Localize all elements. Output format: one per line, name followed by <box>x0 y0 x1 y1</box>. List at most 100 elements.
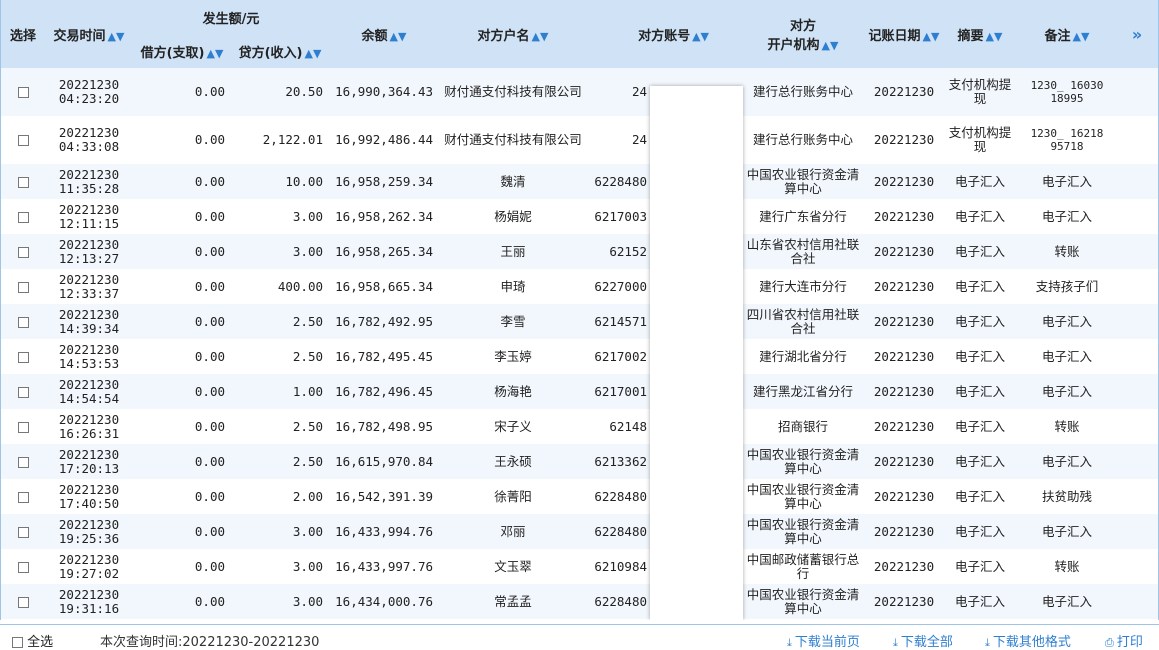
sort-icon[interactable]: ▲▼ <box>1073 30 1090 43</box>
header-debit[interactable]: 借方(支取) ▲▼ <box>133 34 231 68</box>
sort-icon[interactable]: ▲▼ <box>986 30 1003 43</box>
empty-cell <box>1115 374 1158 409</box>
trade-time-cell: 20221230 19:25:36 <box>45 514 133 549</box>
empty-cell <box>1115 339 1158 374</box>
balance-cell: 16,433,997.76 <box>335 558 433 574</box>
table-row[interactable]: 20221230 19:31:16 0.00 3.00 16,434,000.76 常孟孟… <box>1 584 1158 619</box>
table-row[interactable]: 20221230 14:53:53 0.00 2.50 16,782,495.45 李玉婷… <box>1 339 1158 374</box>
trade-time-cell: 20221230 14:39:34 <box>45 304 133 339</box>
sort-icon[interactable]: ▲▼ <box>108 30 125 43</box>
table-row[interactable]: 20221230 12:13:27 0.00 3.00 16,958,265.34 王丽 6… <box>1 234 1158 269</box>
row-checkbox[interactable] <box>17 351 29 363</box>
select-cell <box>1 116 45 164</box>
debit-cell: 0.00 <box>194 488 225 504</box>
trade-time-cell: 20221230 12:13:27 <box>45 234 133 269</box>
select-cell <box>1 479 45 514</box>
header-summary[interactable]: 摘要 ▲▼ <box>941 0 1019 68</box>
row-checkbox[interactable] <box>17 246 29 258</box>
row-checkbox[interactable] <box>17 87 29 98</box>
row-checkbox[interactable] <box>17 135 29 146</box>
select-all-checkbox[interactable]: 全选 <box>12 631 53 650</box>
trade-time: 16:26:31 <box>58 425 120 441</box>
select-cell <box>1 339 45 374</box>
download-current-page-link[interactable]: ⤓ 下载当前页 <box>787 631 860 650</box>
table-row[interactable]: 20221230 04:33:08 0.00 2,122.01 16,992,486.4… <box>1 116 1158 164</box>
header-remark[interactable]: 备注 ▲▼ <box>1019 0 1115 68</box>
more-columns-button[interactable]: » <box>1115 0 1158 68</box>
download-other-format-link[interactable]: ⤓ 下载其他格式 <box>985 631 1071 650</box>
select-cell <box>1 549 45 584</box>
debit-cell: 0.00 <box>133 374 231 409</box>
table-row[interactable]: 20221230 17:40:50 0.00 2.00 16,542,391.39 徐菁阳… <box>1 479 1158 514</box>
table-row[interactable]: 20221230 17:20:13 0.00 2.50 16,615,970.84 王永硕… <box>1 444 1158 479</box>
counterparty-name-cell: 李玉婷 <box>494 348 532 364</box>
table-row[interactable]: 20221230 16:26:31 0.00 2.50 16,782,498.95 宋子义… <box>1 409 1158 444</box>
remark-cell: 1230_ 16030 18995 <box>1019 68 1115 116</box>
trade-date: 20221230 <box>58 271 120 287</box>
row-checkbox[interactable] <box>17 281 29 293</box>
header-post-date[interactable]: 记账日期 ▲▼ <box>867 0 941 68</box>
select-cell <box>1 514 45 549</box>
trade-date: 20221230 <box>58 125 120 140</box>
header-balance[interactable]: 余额 ▲▼ <box>329 0 439 68</box>
sort-icon[interactable]: ▲▼ <box>532 30 549 43</box>
trade-time-cell: 20221230 04:33:08 <box>45 116 133 164</box>
empty-cell <box>1115 444 1158 479</box>
debit-cell: 0.00 <box>194 208 225 224</box>
checkbox-icon[interactable] <box>12 637 23 648</box>
counterparty-name-cell: 杨海艳 <box>439 374 587 409</box>
sort-icon[interactable]: ▲▼ <box>390 30 407 43</box>
transaction-table-container: 选择 交易时间 ▲▼ 发生额/元 余额 ▲▼ 对方户名 ▲▼ 对方账号 ▲▼ 对方 开户机… <box>0 0 1159 620</box>
table-row[interactable]: 20221230 19:27:02 0.00 3.00 16,433,997.76 文玉翠… <box>1 549 1158 584</box>
counterparty-name-cell: 王丽 <box>439 234 587 269</box>
table-row[interactable]: 20221230 12:11:15 0.00 3.00 16,958,262.34 杨娟妮… <box>1 199 1158 234</box>
row-checkbox[interactable] <box>17 316 29 328</box>
header-counterparty-account[interactable]: 对方账号 ▲▼ <box>587 0 739 68</box>
row-checkbox[interactable] <box>17 596 29 608</box>
table-row[interactable]: 20221230 04:23:20 0.00 20.50 16,990,364.43 财付… <box>1 68 1158 116</box>
select-cell <box>1 444 45 479</box>
table-row[interactable]: 20221230 14:39:34 0.00 2.50 16,782,492.95 李雪 6… <box>1 304 1158 339</box>
summary-cell: 电子汇入 <box>954 278 1005 294</box>
sort-icon[interactable]: ▲▼ <box>206 47 223 60</box>
sort-icon[interactable]: ▲▼ <box>692 30 709 43</box>
debit-cell: 0.00 <box>194 558 225 574</box>
trade-time: 19:31:16 <box>58 600 120 616</box>
table-row[interactable]: 20221230 11:35:28 0.00 10.00 16,958,259.34 魏清… <box>1 164 1158 199</box>
post-date-cell: 20221230 <box>873 488 935 504</box>
counterparty-bank-cell: 建行湖北省分行 <box>759 348 847 364</box>
summary-cell: 支付机构提现 <box>941 68 1019 116</box>
double-chevron-right-icon[interactable]: » <box>1132 25 1142 44</box>
balance-cell: 16,782,498.95 <box>335 418 433 434</box>
header-trade-time[interactable]: 交易时间 ▲▼ <box>45 0 133 68</box>
counterparty-name-cell: 财付通支付科技有限公司 <box>439 68 587 116</box>
sort-icon[interactable]: ▲▼ <box>304 47 321 60</box>
summary-cell: 电子汇入 <box>941 304 1019 339</box>
header-counterparty-bank[interactable]: 对方 开户机构 ▲▼ <box>739 0 867 68</box>
table-row[interactable]: 20221230 19:25:36 0.00 3.00 16,433,994.76 邓丽 6… <box>1 514 1158 549</box>
header-select: 选择 <box>1 0 45 68</box>
row-checkbox[interactable] <box>17 421 29 433</box>
row-checkbox[interactable] <box>17 386 29 398</box>
table-row[interactable]: 20221230 14:54:54 0.00 1.00 16,782,496.45 杨海艳… <box>1 374 1158 409</box>
header-counterparty-name[interactable]: 对方户名 ▲▼ <box>439 0 587 68</box>
print-link[interactable]: ⎙ 打印 <box>1105 631 1143 650</box>
download-all-link[interactable]: ⤓ 下载全部 <box>893 631 953 650</box>
table-row[interactable]: 20221230 12:33:37 0.00 400.00 16,958,665.34 申… <box>1 269 1158 304</box>
trade-time-cell: 20221230 19:27:02 <box>45 549 133 584</box>
header-credit[interactable]: 贷方(收入) ▲▼ <box>231 34 329 68</box>
trade-time: 04:33:08 <box>58 139 120 154</box>
trade-date: 20221230 <box>58 586 120 602</box>
remark-cell: 电子汇入 <box>1019 374 1115 409</box>
remark-cell: 支持孩子们 <box>1035 278 1099 294</box>
row-checkbox[interactable] <box>17 211 29 223</box>
row-checkbox[interactable] <box>17 561 29 573</box>
row-checkbox[interactable] <box>17 456 29 468</box>
credit-cell: 400.00 <box>277 278 323 294</box>
row-checkbox[interactable] <box>17 491 29 503</box>
row-checkbox[interactable] <box>17 526 29 538</box>
counterparty-bank-cell: 中国邮政储蓄银行总行 <box>746 551 860 581</box>
sort-icon[interactable]: ▲▼ <box>822 39 839 52</box>
row-checkbox[interactable] <box>17 176 29 188</box>
sort-icon[interactable]: ▲▼ <box>923 30 940 43</box>
